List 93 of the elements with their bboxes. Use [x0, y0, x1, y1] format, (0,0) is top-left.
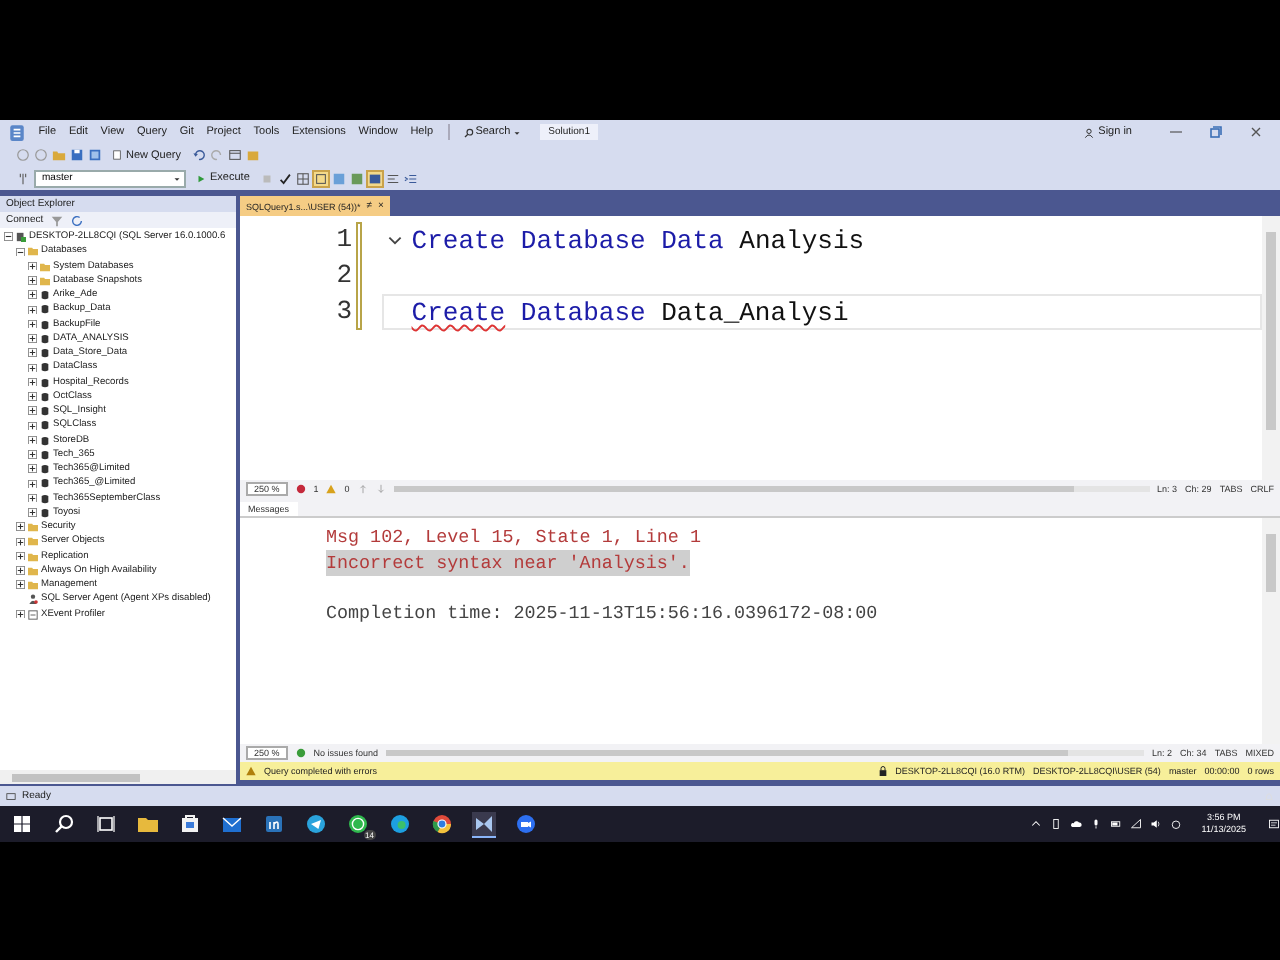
expand-icon[interactable]: [28, 305, 37, 315]
refresh-icon[interactable]: [69, 213, 84, 227]
expand-icon[interactable]: [28, 319, 37, 329]
message-line: Completion time: 2025-11-13T15:56:16.0396172-08:00: [326, 600, 878, 626]
expand-icon[interactable]: [28, 464, 37, 474]
video-call-icon[interactable]: [514, 812, 538, 836]
telegram-icon[interactable]: [304, 812, 328, 836]
error-icon: [295, 484, 306, 494]
expand-icon[interactable]: [28, 392, 37, 402]
code-token: Data: [661, 225, 724, 255]
document-icon: [112, 150, 122, 161]
agent-icon: [28, 594, 38, 605]
linkedin-icon[interactable]: [262, 812, 286, 836]
microphone-icon[interactable]: [1089, 818, 1102, 830]
search-icon: [463, 127, 474, 137]
code-token: Database: [520, 225, 646, 255]
undo-icon[interactable]: [191, 148, 206, 163]
expand-icon[interactable]: [16, 551, 25, 561]
expand-icon[interactable]: [28, 421, 37, 431]
code-token: Create: [411, 297, 506, 327]
code-token: Database: [520, 297, 646, 327]
scrollbar-thumb[interactable]: [1266, 232, 1276, 430]
caret-icon: [172, 173, 182, 184]
start-icon[interactable]: [10, 812, 34, 836]
mail-icon[interactable]: [220, 812, 244, 836]
lock-icon: [877, 766, 888, 776]
line-number: 3: [336, 294, 352, 330]
expand-icon[interactable]: [28, 276, 37, 286]
close-icon[interactable]: [1248, 124, 1264, 140]
window-icon[interactable]: [227, 148, 242, 163]
speaker-icon[interactable]: [1149, 818, 1162, 830]
expand-icon[interactable]: [28, 377, 37, 387]
expand-icon[interactable]: [28, 450, 37, 460]
results-icon[interactable]: [313, 171, 328, 186]
check-icon[interactable]: [277, 171, 292, 186]
expand-icon[interactable]: [16, 580, 25, 590]
expand-icon[interactable]: [16, 609, 25, 619]
expand-icon[interactable]: [16, 566, 25, 576]
task-view-icon[interactable]: [94, 812, 118, 836]
expand-icon[interactable]: [16, 537, 25, 547]
output-icon: [6, 791, 16, 801]
expand-icon[interactable]: [28, 290, 37, 300]
browser-icon[interactable]: [388, 812, 412, 836]
server-icon: [16, 232, 26, 243]
scrollbar-thumb[interactable]: [1266, 534, 1276, 593]
chevron-up-icon[interactable]: [1029, 818, 1042, 830]
code-token: Analysis: [739, 225, 865, 255]
usb-icon[interactable]: [1049, 818, 1062, 830]
caret-icon: [512, 127, 523, 137]
battery-icon[interactable]: [1109, 818, 1122, 830]
expand-icon[interactable]: [28, 261, 37, 271]
comment-icon[interactable]: [385, 171, 400, 186]
success-icon: [295, 748, 306, 758]
expand-icon[interactable]: [28, 348, 37, 358]
text-results-icon[interactable]: [367, 171, 382, 186]
grid-icon[interactable]: [295, 171, 310, 186]
expand-icon[interactable]: [28, 435, 37, 445]
line-number: 1: [336, 222, 352, 258]
expand-icon[interactable]: [28, 406, 37, 416]
indent-icon[interactable]: [403, 171, 418, 186]
fold-icon[interactable]: [385, 231, 403, 249]
person-icon: [1084, 127, 1095, 137]
collapse-icon[interactable]: [16, 247, 25, 257]
play-icon: [196, 173, 206, 184]
expand-icon[interactable]: [28, 493, 37, 503]
profiler-icon: [28, 609, 38, 620]
restore-icon[interactable]: [1208, 124, 1224, 140]
cloud-icon[interactable]: [1069, 818, 1082, 830]
app-logo-icon: [8, 123, 26, 141]
notifications-icon[interactable]: [1268, 818, 1280, 830]
collapse-icon[interactable]: [4, 232, 13, 242]
save-icon[interactable]: [70, 148, 84, 163]
code-token: Create: [411, 225, 506, 255]
store-icon[interactable]: [178, 812, 202, 836]
wifi-icon[interactable]: [1129, 818, 1142, 830]
line-number: 2: [336, 258, 352, 294]
plug-icon[interactable]: [16, 171, 30, 186]
app-icon[interactable]: [472, 811, 496, 837]
folder-icon[interactable]: [136, 812, 160, 836]
warning-icon: [246, 766, 256, 776]
chat-icon[interactable]: [346, 812, 370, 836]
warning-icon: [326, 484, 337, 494]
expand-icon[interactable]: [28, 334, 37, 344]
save-all-icon[interactable]: [88, 148, 102, 163]
message-line: Msg 102, Level 15, State 1, Line 1: [326, 524, 701, 550]
expand-icon[interactable]: [28, 479, 37, 489]
code-token: Data_Analysi: [661, 297, 849, 327]
search-icon[interactable]: [52, 812, 76, 836]
expand-icon[interactable]: [28, 363, 37, 373]
browser-icon[interactable]: [430, 812, 454, 836]
expand-icon[interactable]: [16, 522, 25, 532]
expand-icon[interactable]: [28, 508, 37, 518]
scrollbar-thumb[interactable]: [12, 773, 140, 781]
